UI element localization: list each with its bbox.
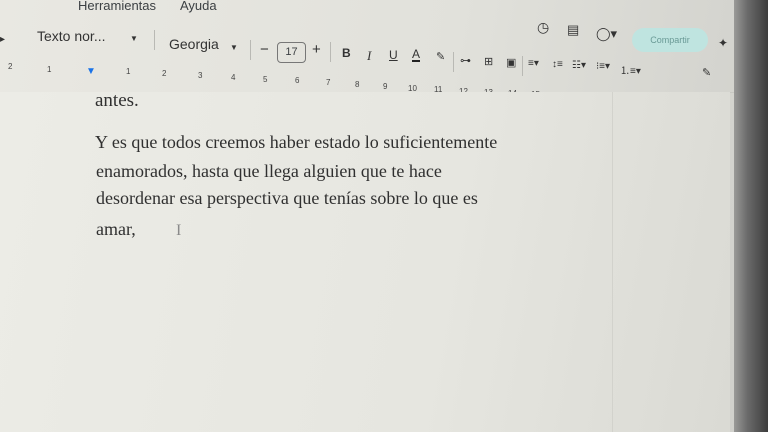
chevron-down-icon[interactable]: ▼ [230, 43, 238, 52]
toolbar-divider [154, 30, 155, 50]
font-dropdown[interactable]: Georgia [169, 36, 219, 52]
toolbar-divider [250, 40, 251, 60]
add-icon[interactable]: ✦ [718, 36, 728, 50]
ruler-tick: 3 [198, 71, 203, 80]
ruler-tick: 6 [295, 76, 300, 85]
history-icon[interactable]: ◷ [537, 19, 549, 36]
page-margin-edge [612, 92, 613, 432]
ruler-tick: 4 [231, 73, 236, 82]
ruler-tick-left-1: 1 [47, 65, 52, 74]
share-button[interactable]: Compartir [632, 28, 708, 52]
monitor-bezel [734, 0, 768, 432]
ruler[interactable] [0, 62, 740, 93]
document-line: enamorados, hasta que llega alguien que … [96, 161, 442, 181]
text-color-button[interactable]: A [412, 48, 421, 62]
ruler-tick: 1 [126, 67, 131, 76]
meet-icon[interactable]: ◯▾ [596, 26, 617, 42]
document-line: antes. [95, 90, 139, 111]
toolbar-divider [330, 42, 331, 62]
ruler-tick-left-2: 2 [8, 62, 13, 71]
increase-font-size-button[interactable]: + [312, 41, 321, 58]
ruler-tick: 8 [355, 80, 360, 89]
underline-button[interactable]: U [389, 48, 398, 62]
text-cursor-icon: I [176, 222, 182, 239]
document-line: Y es que todos creemos haber estado lo s… [95, 132, 498, 152]
bold-button[interactable]: B [342, 46, 351, 60]
ruler-tick: 5 [263, 75, 268, 84]
paragraph-style-dropdown[interactable]: Texto nor... [37, 28, 105, 44]
menu-help[interactable]: Ayuda [180, 0, 217, 13]
ruler-tick: 9 [383, 82, 388, 91]
decrease-font-size-button[interactable]: − [260, 41, 269, 58]
font-size-input[interactable]: 17 [277, 42, 306, 63]
menu-bar: Herramientas Ayuda [0, 0, 740, 18]
comments-icon[interactable]: ▤ [567, 22, 579, 38]
toolbar-left-arrow-icon[interactable]: ▸ [0, 34, 5, 45]
chevron-down-icon[interactable]: ▼ [130, 34, 138, 43]
document-line: amar, [96, 219, 136, 239]
ruler-tick: 7 [326, 78, 331, 87]
menu-tools[interactable]: Herramientas [78, 0, 156, 13]
indent-marker-icon[interactable]: ▼ [86, 66, 96, 77]
document-line: desordenar esa perspectiva que tenías so… [96, 188, 478, 208]
ruler-tick: 2 [162, 69, 167, 78]
